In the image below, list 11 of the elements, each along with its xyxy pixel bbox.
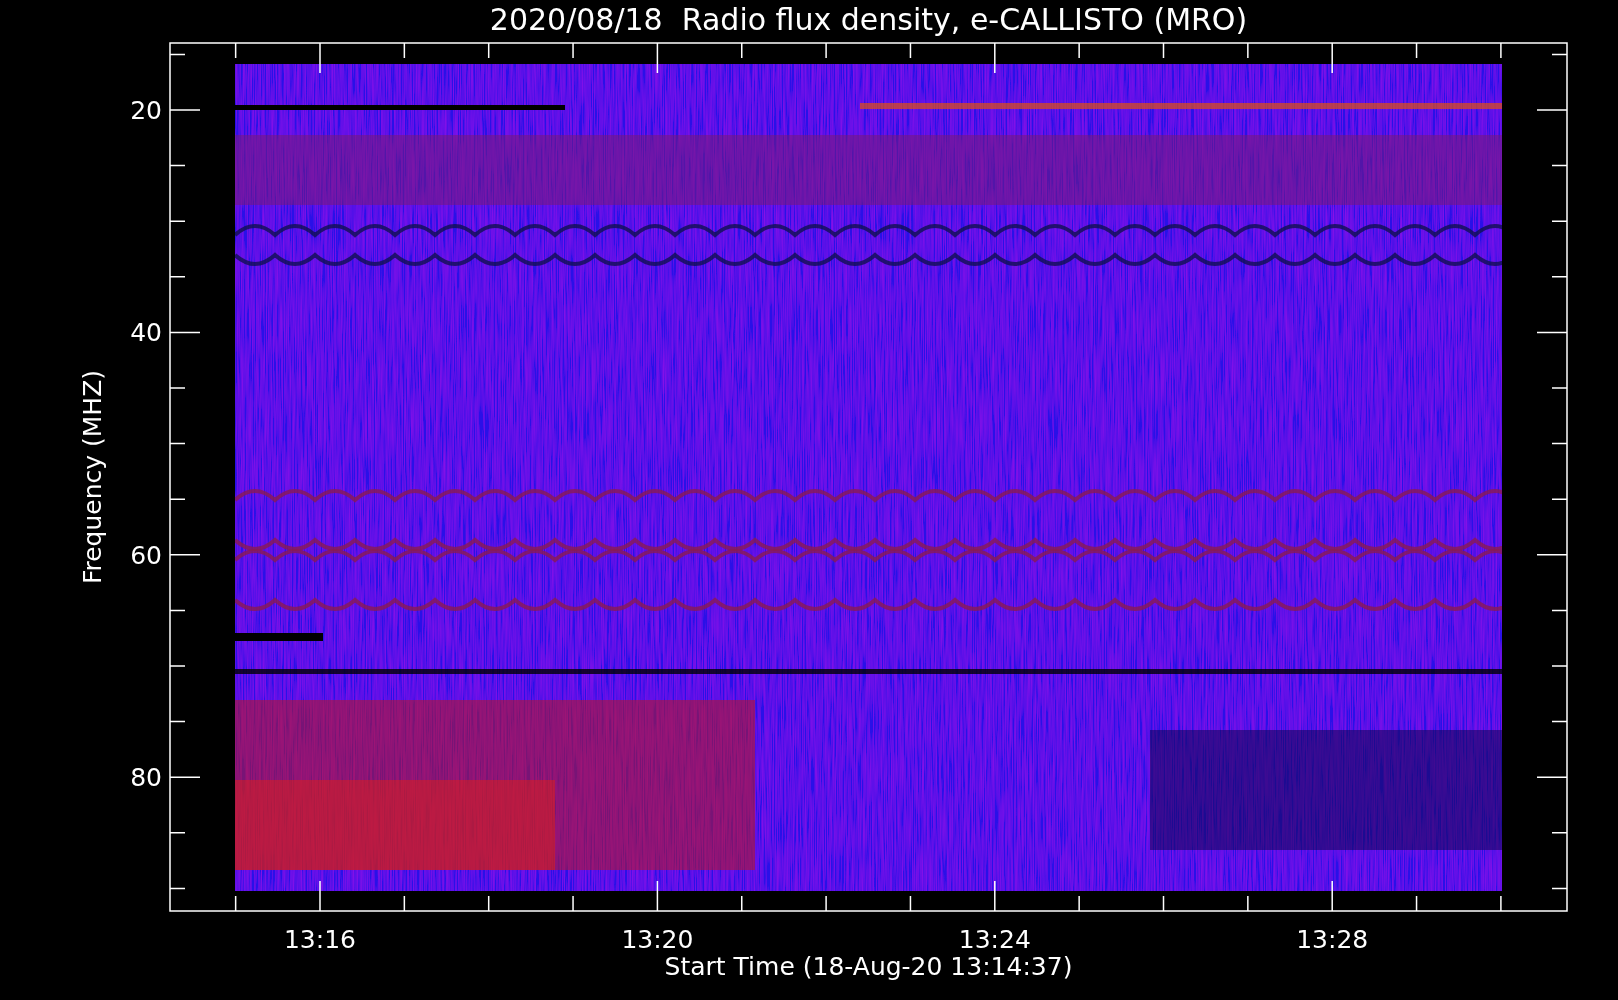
x-tick-label: 13:20: [621, 925, 694, 954]
y-tick-label: 60: [130, 540, 162, 570]
x-tick-label: 13:24: [958, 925, 1031, 954]
x-tick-label: 13:16: [284, 925, 356, 954]
x-axis-label: Start Time (18-Aug-20 13:14:37): [664, 952, 1073, 981]
y-tick-label: 40: [130, 318, 162, 348]
y-tick-label: 20: [130, 96, 162, 125]
y-axis-label: Frequency (MHZ): [78, 369, 107, 585]
chart-title: 2020/08/18 Radio flux density, e-CALLISTO (MRO): [489, 2, 1248, 37]
x-tick-label: 13:28: [1296, 925, 1369, 954]
y-tick-label: 80: [130, 763, 162, 793]
